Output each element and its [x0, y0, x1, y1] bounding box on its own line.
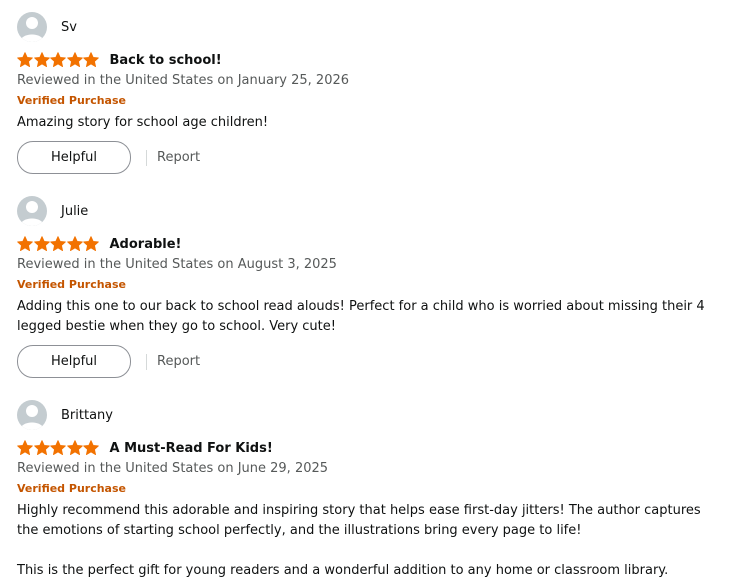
star-icon — [50, 440, 66, 455]
review-date: Reviewed in the United States on August … — [17, 257, 337, 272]
star-icon — [17, 440, 33, 455]
star-icon — [66, 440, 83, 455]
avatar — [17, 400, 47, 430]
verified-purchase-badge[interactable]: Verified Purchase — [17, 277, 717, 293]
review-title[interactable]: A Must-Read For Kids! — [110, 441, 273, 456]
reviewer-profile[interactable]: Julie — [17, 196, 717, 226]
verified-purchase-badge[interactable]: Verified Purchase — [17, 481, 717, 497]
reviewer-name: Brittany — [61, 407, 113, 423]
helpful-button[interactable]: Helpful — [17, 141, 131, 174]
review-paragraph: Adding this one to our back to school re… — [17, 299, 705, 334]
review-paragraph: Highly recommend this adorable and inspi… — [17, 503, 701, 538]
star-rating[interactable] — [17, 51, 100, 69]
reviewer-name: Sv — [61, 19, 77, 35]
star-icon — [66, 52, 83, 67]
star-icon — [33, 236, 50, 251]
star-icon — [50, 52, 66, 67]
default-user-icon — [20, 17, 44, 42]
star-icon — [83, 52, 99, 67]
default-user-icon — [20, 405, 44, 430]
report-link[interactable]: Report — [157, 150, 200, 165]
star-icon — [50, 236, 66, 251]
review-paragraph: Amazing story for school age children! — [17, 115, 269, 130]
default-user-icon — [20, 201, 44, 226]
star-icon — [17, 52, 33, 67]
star-icon — [17, 236, 33, 251]
review-text: Highly recommend this adorable and inspi… — [17, 501, 707, 581]
avatar — [17, 12, 47, 42]
review-text: Adding this one to our back to school re… — [17, 297, 707, 337]
divider — [146, 149, 147, 166]
helpful-button[interactable]: Helpful — [17, 345, 131, 378]
review-item: Sv Back to school! Reviewed in the Unite… — [17, 12, 717, 174]
review-date: Reviewed in the United States on June 29… — [17, 461, 329, 476]
star-icon — [83, 236, 99, 251]
review-title[interactable]: Adorable! — [110, 237, 182, 252]
star-rating[interactable] — [17, 439, 100, 457]
reviewer-name: Julie — [61, 203, 89, 219]
star-icon — [83, 440, 99, 455]
star-icon — [66, 236, 83, 251]
review-item: Brittany A Must-Read For Kids! Reviewed … — [17, 400, 717, 581]
reviewer-profile[interactable]: Brittany — [17, 400, 717, 430]
star-icon — [33, 440, 50, 455]
avatar — [17, 196, 47, 226]
verified-purchase-badge[interactable]: Verified Purchase — [17, 93, 717, 109]
review-item: Julie Adorable! Reviewed in the United S… — [17, 196, 717, 378]
star-rating[interactable] — [17, 235, 100, 253]
review-title[interactable]: Back to school! — [110, 53, 222, 68]
report-link[interactable]: Report — [157, 354, 200, 369]
review-date: Reviewed in the United States on January… — [17, 73, 350, 88]
review-text: Amazing story for school age children! — [17, 113, 717, 133]
divider — [146, 353, 147, 370]
review-paragraph: This is the perfect gift for young reade… — [17, 563, 669, 578]
reviewer-profile[interactable]: Sv — [17, 12, 717, 42]
star-icon — [33, 52, 50, 67]
